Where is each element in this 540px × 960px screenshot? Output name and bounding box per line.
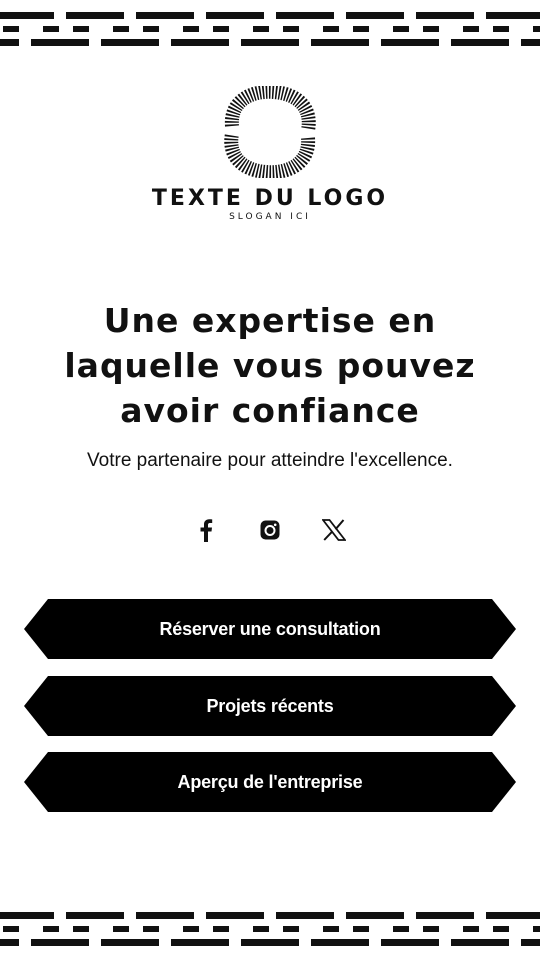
facebook-icon[interactable]	[191, 515, 221, 545]
headline: Une expertise en laquelle vous pouvez av…	[20, 298, 520, 433]
bottom-decorative-border	[0, 912, 540, 946]
swirl-logo-icon	[224, 86, 316, 178]
top-decorative-border	[0, 12, 540, 46]
x-icon[interactable]	[319, 515, 349, 545]
headline-line: Une expertise en	[103, 301, 437, 340]
recent-projects-button[interactable]: Projets récents	[24, 676, 516, 736]
logo: TEXTE DU LOGO SLOGAN ICI	[0, 86, 540, 222]
social-links	[0, 515, 540, 545]
headline-line: laquelle vous pouvez	[64, 346, 476, 385]
instagram-icon[interactable]	[255, 515, 285, 545]
headline-line: avoir confiance	[120, 391, 420, 430]
logo-slogan: SLOGAN ICI	[229, 212, 311, 222]
logo-title: TEXTE DU LOGO	[151, 186, 389, 211]
subtitle: Votre partenaire pour atteindre l'excell…	[87, 450, 453, 471]
book-consultation-button[interactable]: Réserver une consultation	[24, 599, 516, 659]
company-overview-button[interactable]: Aperçu de l'entreprise	[24, 752, 516, 812]
